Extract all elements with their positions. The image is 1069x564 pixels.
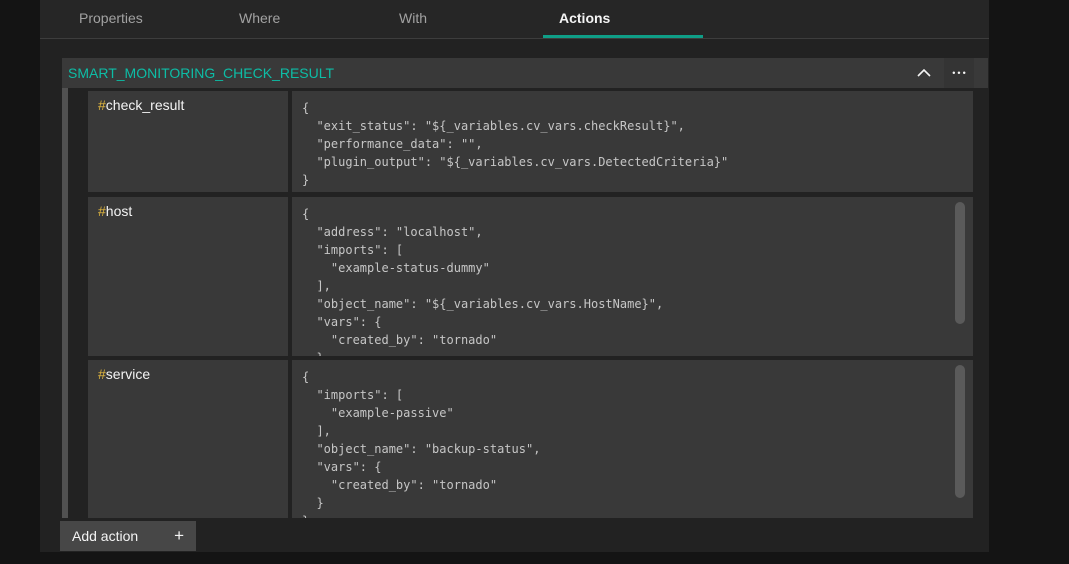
collapse-button[interactable] <box>904 58 944 88</box>
json-editor-host[interactable]: { "address": "localhost", "imports": [ "… <box>292 197 973 356</box>
field-name: service <box>106 366 150 382</box>
actions-editor-panel: Properties Where With Actions SMART_MONI… <box>40 0 989 552</box>
action-left-rail <box>62 88 68 518</box>
overflow-menu-button[interactable]: ••• <box>944 58 974 88</box>
plus-icon: + <box>174 526 184 546</box>
field-name: check_result <box>106 97 185 113</box>
overflow-menu-icon: ••• <box>950 69 967 78</box>
field-label-service: #service <box>88 360 288 518</box>
tab-with[interactable]: With <box>383 0 543 38</box>
field-label-host: #host <box>88 197 288 356</box>
json-code: { "address": "localhost", "imports": [ "… <box>292 197 973 356</box>
scrollbar-thumb[interactable] <box>955 202 965 324</box>
scrollbar-thumb[interactable] <box>955 365 965 498</box>
json-editor-check-result[interactable]: { "exit_status": "${_variables.cv_vars.c… <box>292 91 973 192</box>
add-action-button[interactable]: Add action + <box>60 521 196 551</box>
chevron-up-icon <box>917 64 931 82</box>
json-code: { "exit_status": "${_variables.cv_vars.c… <box>292 91 973 189</box>
hash-prefix: # <box>98 203 106 219</box>
field-label-check-result: #check_result <box>88 91 288 192</box>
action-card-header: SMART_MONITORING_CHECK_RESULT ••• <box>62 58 988 88</box>
field-name: host <box>106 203 132 219</box>
action-title: SMART_MONITORING_CHECK_RESULT <box>62 65 904 81</box>
tab-bar: Properties Where With Actions <box>40 0 989 39</box>
hash-prefix: # <box>98 366 106 382</box>
hash-prefix: # <box>98 97 106 113</box>
json-code: { "imports": [ "example-passive" ], "obj… <box>292 360 973 518</box>
add-action-label: Add action <box>72 528 138 544</box>
tab-properties[interactable]: Properties <box>63 0 223 38</box>
tab-actions[interactable]: Actions <box>543 0 703 38</box>
json-editor-service[interactable]: { "imports": [ "example-passive" ], "obj… <box>292 360 973 518</box>
tab-where[interactable]: Where <box>223 0 383 38</box>
